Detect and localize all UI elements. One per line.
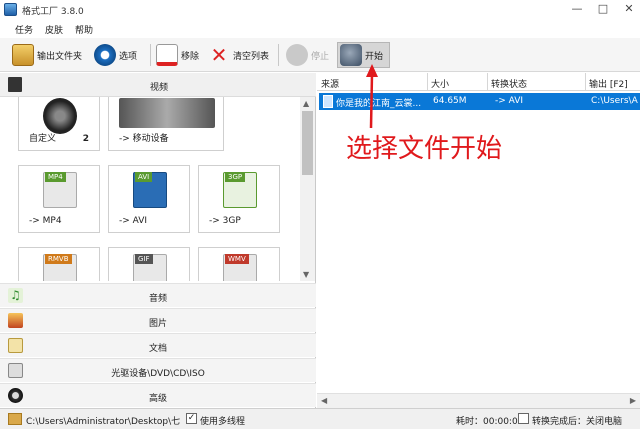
remove-icon <box>156 44 178 66</box>
column-source[interactable]: 来源 <box>321 77 339 90</box>
menu-skin[interactable]: 皮肤 <box>40 20 68 38</box>
category-optical[interactable]: 光驱设备\DVD\CD\ISO <box>0 358 316 382</box>
close-button[interactable]: ✕ <box>622 2 636 15</box>
output-folder-label: 输出文件夹 <box>37 51 83 62</box>
row-size: 64.65M <box>433 96 467 106</box>
tile-label: -> 3GP <box>209 216 241 226</box>
window-title: 格式工厂 3.8.0 <box>22 7 84 17</box>
tile-extra: 2 <box>82 134 89 144</box>
scroll-right-icon[interactable]: ▶ <box>630 396 636 405</box>
function-panel: 视频 自定义 2 -> 移动设备 MP4 -> MP4 AVI -> AVI 3… <box>0 73 316 408</box>
tile-wmv[interactable]: WMV <box>198 247 280 281</box>
tile-label: 自定义 <box>29 134 57 144</box>
video-tiles: 自定义 2 -> 移动设备 MP4 -> MP4 AVI -> AVI 3GP … <box>0 97 300 281</box>
folder-icon <box>12 44 34 66</box>
format-tag: WMV <box>225 254 249 264</box>
stop-label: 停止 <box>311 51 330 62</box>
options-button[interactable]: 选项 <box>94 42 137 68</box>
toolbar: 输出文件夹 选项 移除 ✕ 清空列表 停止 开始 <box>0 38 640 72</box>
minimize-button[interactable]: — <box>570 2 584 15</box>
start-icon <box>340 44 362 66</box>
row-output: C:\Users\A <box>591 96 638 106</box>
clear-list-label: 清空列表 <box>233 51 270 62</box>
tile-label: -> AVI <box>119 216 148 226</box>
remove-button[interactable]: 移除 <box>156 42 199 68</box>
menu-task[interactable]: 任务 <box>10 20 38 38</box>
category-image[interactable]: 图片 <box>0 308 316 332</box>
scroll-down-icon[interactable]: ▼ <box>303 270 309 279</box>
start-label: 开始 <box>365 51 384 62</box>
annotation-arrow <box>366 64 378 129</box>
folder-icon[interactable] <box>8 413 22 425</box>
options-label: 选项 <box>119 51 138 62</box>
shutdown-checkbox[interactable] <box>518 413 529 424</box>
category-label: 文档 <box>148 344 167 354</box>
tile-3gp[interactable]: 3GP -> 3GP <box>198 165 280 233</box>
film-icon <box>8 77 22 92</box>
scroll-up-icon[interactable]: ▲ <box>303 99 309 108</box>
annotation-text: 选择文件开始 <box>346 134 503 164</box>
format-tag: 3GP <box>225 172 246 182</box>
category-label: 音频 <box>148 294 167 304</box>
column-divider <box>585 73 586 91</box>
menu-bar: 任务 皮肤 帮助 <box>0 20 640 38</box>
category-label: 图片 <box>148 319 167 329</box>
category-advanced[interactable]: 高级 <box>0 383 316 407</box>
tile-gif[interactable]: GIF <box>108 247 190 281</box>
format-tag: GIF <box>135 254 153 264</box>
clear-x-icon: ✕ <box>210 43 228 67</box>
video-category-header[interactable]: 视频 <box>0 73 316 97</box>
file-icon <box>323 95 333 108</box>
maximize-button[interactable]: □ <box>596 2 610 15</box>
mobile-devices-icon <box>119 98 215 128</box>
title-bar: 格式工厂 3.8.0 — □ ✕ <box>0 0 640 20</box>
category-audio[interactable]: ♫ 音频 <box>0 283 316 307</box>
multithread-label: 使用多线程 <box>200 417 246 427</box>
tile-custom[interactable]: 自定义 2 <box>18 97 100 151</box>
tile-label: -> MP4 <box>29 216 62 226</box>
film-reel-icon <box>43 98 77 134</box>
menu-help[interactable]: 帮助 <box>70 20 98 38</box>
multithread-checkbox[interactable]: ✓ <box>186 413 197 424</box>
format-tag: AVI <box>135 172 153 182</box>
tile-rmvb[interactable]: RMVB <box>18 247 100 281</box>
shutdown-label: 转换完成后：关闭电脑 <box>532 417 623 427</box>
status-bar: C:\Users\Administrator\Desktop\七 ✓ 使用多线程… <box>0 408 640 429</box>
category-label: 高级 <box>148 394 167 404</box>
horizontal-scrollbar[interactable]: ◀ ▶ <box>317 393 640 408</box>
clear-list-button[interactable]: ✕ 清空列表 <box>208 42 269 68</box>
column-size[interactable]: 大小 <box>431 77 449 90</box>
tile-label: -> 移动设备 <box>119 134 169 144</box>
category-document[interactable]: 文档 <box>0 333 316 357</box>
elapsed-time: 耗时：00:00:00 <box>456 417 524 427</box>
tile-mobile[interactable]: -> 移动设备 <box>108 97 224 151</box>
options-icon <box>94 44 116 66</box>
column-status[interactable]: 转换状态 <box>491 77 527 90</box>
column-output[interactable]: 输出 [F2] <box>589 77 628 90</box>
output-folder-button[interactable]: 输出文件夹 <box>12 42 82 68</box>
tile-avi[interactable]: AVI -> AVI <box>108 165 190 233</box>
stop-icon <box>286 44 308 66</box>
remove-label: 移除 <box>181 51 200 62</box>
output-path: C:\Users\Administrator\Desktop\七 <box>26 417 181 427</box>
category-label: 光驱设备\DVD\CD\ISO <box>111 369 205 379</box>
row-status: -> AVI <box>495 96 524 106</box>
tiles-scrollbar[interactable]: ▲ ▼ <box>300 97 315 281</box>
video-category-label: 视频 <box>150 83 169 93</box>
toolbar-separator <box>150 44 151 66</box>
format-tag: MP4 <box>45 172 66 182</box>
stop-button[interactable]: 停止 <box>286 42 329 68</box>
toolbar-separator <box>278 44 279 66</box>
scroll-thumb[interactable] <box>302 111 313 175</box>
column-divider <box>427 73 428 91</box>
tile-mp4[interactable]: MP4 -> MP4 <box>18 165 100 233</box>
app-icon <box>4 3 17 16</box>
format-tag: RMVB <box>45 254 72 264</box>
column-divider <box>487 73 488 91</box>
scroll-left-icon[interactable]: ◀ <box>321 396 327 405</box>
